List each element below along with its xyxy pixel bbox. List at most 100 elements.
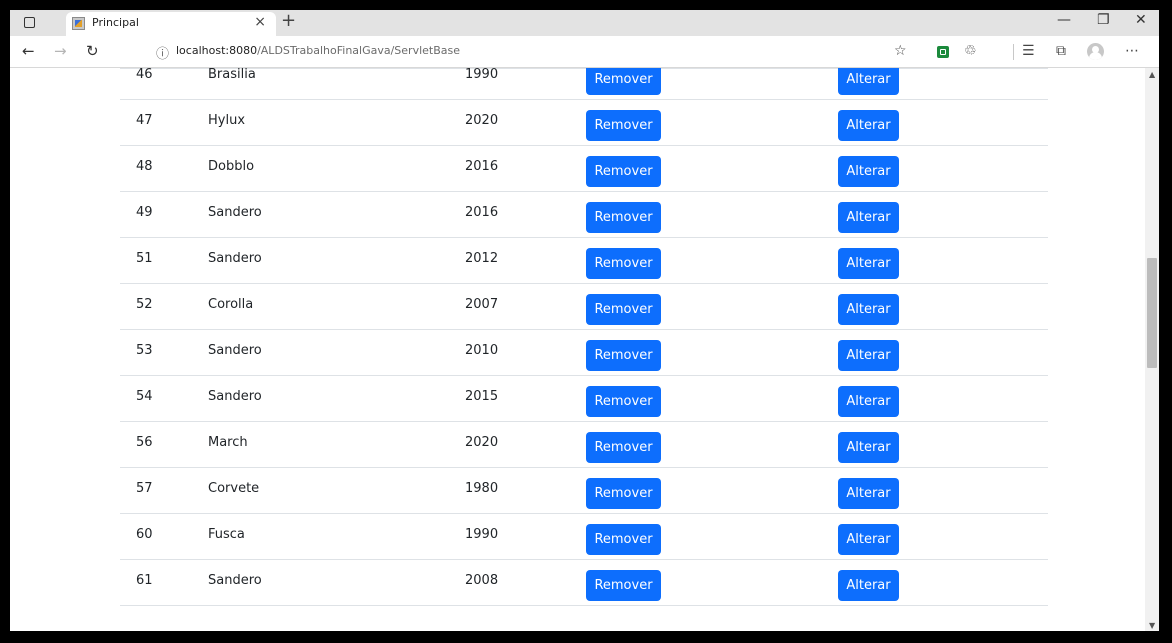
cell-year: 2020 — [465, 435, 499, 450]
extensions-puzzle-icon[interactable]: ♲ — [964, 43, 977, 59]
alter-button[interactable]: Alterar — [838, 110, 899, 141]
remove-button[interactable]: Remover — [586, 386, 661, 417]
alter-button[interactable]: Alterar — [838, 202, 899, 233]
cell-year: 2020 — [465, 113, 499, 128]
remove-button[interactable]: Remover — [586, 248, 661, 279]
cell-model: March — [208, 435, 248, 450]
refresh-icon[interactable]: ↻ — [86, 42, 99, 60]
remove-button[interactable]: Remover — [586, 478, 661, 509]
url-path: /ALDSTrabalhoFinalGava/ServletBase — [257, 44, 461, 57]
cell-year: 1990 — [465, 68, 499, 82]
table-row: 46 Brasilia 1990 Remover Alterar — [120, 68, 1048, 100]
table-row: 48 Dobblo 2016 Remover Alterar — [120, 146, 1048, 192]
cell-year: 2015 — [465, 389, 499, 404]
table-row: 52 Corolla 2007 Remover Alterar — [120, 284, 1048, 330]
alter-button[interactable]: Alterar — [838, 68, 899, 95]
cell-id: 52 — [136, 297, 153, 312]
cell-year: 2016 — [465, 159, 499, 174]
alter-button[interactable]: Alterar — [838, 570, 899, 601]
cell-model: Corolla — [208, 297, 254, 312]
new-tab-icon[interactable]: + — [281, 10, 296, 31]
table-row: 51 Sandero 2012 Remover Alterar — [120, 238, 1048, 284]
scroll-up-icon[interactable]: ▲ — [1149, 70, 1155, 79]
table-row: 61 Sandero 2008 Remover Alterar — [120, 560, 1048, 606]
table-row: 54 Sandero 2015 Remover Alterar — [120, 376, 1048, 422]
cell-year: 2010 — [465, 343, 499, 358]
more-menu-icon[interactable]: ⋯ — [1125, 43, 1139, 59]
cell-model: Dobblo — [208, 159, 255, 174]
collections-icon[interactable]: ⧉ — [1056, 43, 1066, 59]
favorites-icon[interactable]: ☰ — [1022, 43, 1035, 59]
restore-icon[interactable]: ❐ — [1097, 12, 1110, 28]
profile-avatar-icon[interactable] — [1087, 43, 1104, 60]
cell-model: Sandero — [208, 205, 262, 220]
site-info-icon[interactable]: ⓘ — [156, 43, 169, 62]
alter-button[interactable]: Alterar — [838, 386, 899, 417]
cell-id: 60 — [136, 527, 153, 542]
remove-button[interactable]: Remover — [586, 432, 661, 463]
page-content: 46 Brasilia 1990 Remover Alterar 47 Hylux 2020 R… — [10, 68, 1159, 631]
remove-button[interactable]: Remover — [586, 68, 661, 95]
cell-year: 2012 — [465, 251, 499, 266]
favorite-star-icon[interactable]: ☆ — [894, 43, 907, 59]
cell-year: 1980 — [465, 481, 499, 496]
remove-button[interactable]: Remover — [586, 294, 661, 325]
cell-model: Sandero — [208, 573, 262, 588]
alter-button[interactable]: Alterar — [838, 248, 899, 279]
cell-id: 49 — [136, 205, 153, 220]
url-host: localhost:8080 — [176, 44, 258, 57]
tab-title: Principal — [92, 16, 139, 29]
tab-actions-icon[interactable] — [24, 17, 35, 28]
table-row: 56 March 2020 Remover Alterar — [120, 422, 1048, 468]
toolbar-divider — [1013, 44, 1014, 60]
remove-button[interactable]: Remover — [586, 570, 661, 601]
alter-button[interactable]: Alterar — [838, 340, 899, 371]
cell-model: Sandero — [208, 389, 262, 404]
cell-id: 54 — [136, 389, 153, 404]
cell-year: 1990 — [465, 527, 499, 542]
cell-year: 2007 — [465, 297, 499, 312]
cell-id: 47 — [136, 113, 153, 128]
address-bar[interactable]: localhost:8080/ALDSTrabalhoFinalGava/Ser… — [176, 44, 460, 57]
tab-close-icon[interactable]: × — [254, 14, 266, 30]
page-favicon-icon — [72, 17, 85, 30]
cell-id: 57 — [136, 481, 153, 496]
table-row: 60 Fusca 1990 Remover Alterar — [120, 514, 1048, 560]
forward-icon[interactable]: → — [54, 42, 67, 60]
scroll-down-icon[interactable]: ▼ — [1149, 621, 1155, 630]
cell-id: 61 — [136, 573, 153, 588]
cell-model: Sandero — [208, 343, 262, 358]
table-row: 47 Hylux 2020 Remover Alterar — [120, 100, 1048, 146]
alter-button[interactable]: Alterar — [838, 156, 899, 187]
tab-bar: Principal × + — ❐ ✕ — [10, 10, 1159, 36]
cell-model: Fusca — [208, 527, 245, 542]
back-icon[interactable]: ← — [22, 42, 35, 60]
alter-button[interactable]: Alterar — [838, 524, 899, 555]
browser-window: Principal × + — ❐ ✕ ← → ↻ ⓘ localhost:80… — [10, 10, 1159, 631]
cell-year: 2008 — [465, 573, 499, 588]
remove-button[interactable]: Remover — [586, 156, 661, 187]
remove-button[interactable]: Remover — [586, 340, 661, 371]
cell-id: 48 — [136, 159, 153, 174]
remove-button[interactable]: Remover — [586, 524, 661, 555]
alter-button[interactable]: Alterar — [838, 432, 899, 463]
minimize-icon[interactable]: — — [1057, 12, 1071, 28]
cell-id: 46 — [136, 68, 153, 82]
extension-icon[interactable] — [937, 46, 949, 58]
alter-button[interactable]: Alterar — [838, 294, 899, 325]
cell-year: 2016 — [465, 205, 499, 220]
cell-model: Brasilia — [208, 68, 256, 82]
address-toolbar: ← → ↻ ⓘ localhost:8080/ALDSTrabalhoFinal… — [10, 36, 1159, 68]
table-row: 57 Corvete 1980 Remover Alterar — [120, 468, 1048, 514]
cell-id: 53 — [136, 343, 153, 358]
remove-button[interactable]: Remover — [586, 110, 661, 141]
cell-model: Hylux — [208, 113, 246, 128]
close-window-icon[interactable]: ✕ — [1135, 12, 1147, 28]
table-row: 53 Sandero 2010 Remover Alterar — [120, 330, 1048, 376]
remove-button[interactable]: Remover — [586, 202, 661, 233]
alter-button[interactable]: Alterar — [838, 478, 899, 509]
scrollbar-thumb[interactable] — [1147, 258, 1157, 368]
cell-model: Corvete — [208, 481, 260, 496]
tab-principal[interactable]: Principal × — [66, 12, 276, 36]
cell-id: 51 — [136, 251, 153, 266]
